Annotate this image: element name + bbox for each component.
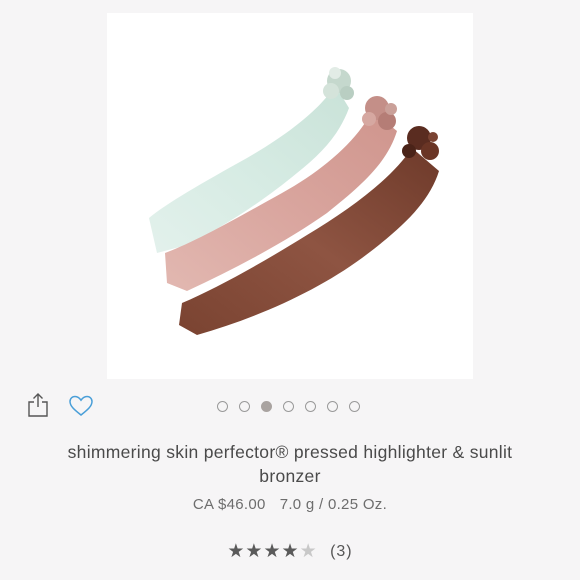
star-filled-icon: ★ <box>227 541 246 562</box>
carousel-dot[interactable] <box>217 400 228 412</box>
pink-pigment <box>362 96 397 130</box>
product-title: shimmering skin perfector® pressed highl… <box>67 442 513 486</box>
rating-row[interactable]: ★★★★★ (3) <box>0 540 580 563</box>
review-count[interactable]: (3) <box>330 543 353 561</box>
heart-icon <box>69 395 93 416</box>
carousel-dot[interactable] <box>283 400 294 412</box>
share-button[interactable] <box>26 392 50 418</box>
bronze-pigment <box>402 126 439 160</box>
star-rating: ★★★★★ <box>227 540 317 563</box>
star-filled-icon: ★ <box>245 541 264 562</box>
carousel-dot[interactable] <box>327 400 338 412</box>
favorite-button[interactable] <box>68 394 94 418</box>
carousel-dot[interactable] <box>261 400 272 412</box>
carousel-dot[interactable] <box>305 400 316 412</box>
star-filled-icon: ★ <box>281 541 300 562</box>
carousel-indicators <box>217 400 360 412</box>
star-empty-icon: ★ <box>299 541 318 562</box>
product-image[interactable] <box>107 13 473 379</box>
star-filled-icon: ★ <box>263 541 282 562</box>
swatch-illustration <box>149 67 439 335</box>
share-icon <box>28 393 48 417</box>
price-row: CA $46.00 7.0 g / 0.25 Oz. <box>0 496 580 513</box>
price: CA $46.00 <box>192 496 266 513</box>
carousel-dot[interactable] <box>239 400 250 412</box>
size: 7.0 g / 0.25 Oz. <box>279 496 388 513</box>
product-page: shimmering skin perfector® pressed highl… <box>0 0 580 580</box>
carousel-dot[interactable] <box>349 400 360 412</box>
